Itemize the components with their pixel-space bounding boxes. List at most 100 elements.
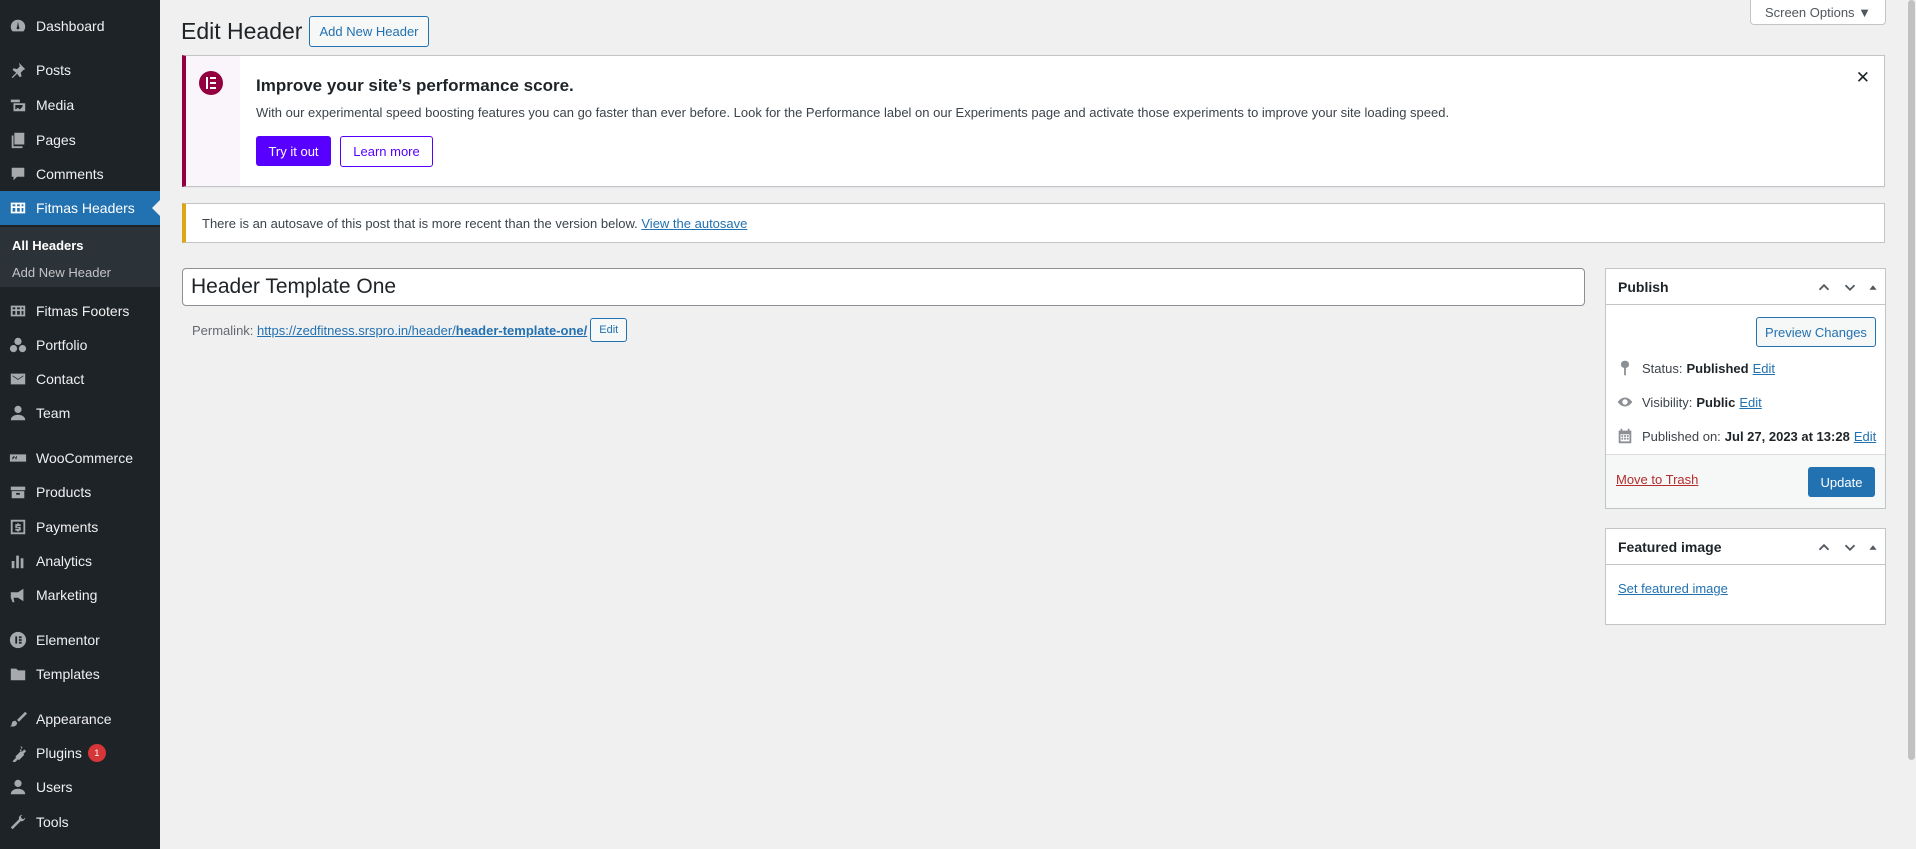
preview-changes-button[interactable]: Preview Changes	[1756, 317, 1876, 347]
screen-options-button[interactable]: Screen Options ▼	[1750, 0, 1886, 25]
sidebar-item-label: Contact	[36, 371, 85, 387]
sidebar-item-contact[interactable]: Contact	[0, 362, 160, 396]
sidebar-item-comments[interactable]: Comments	[0, 157, 160, 191]
sidebar-item-label: Users	[36, 779, 73, 795]
performance-notice: Improve your site’s performance score. W…	[182, 55, 1885, 187]
wrench-icon	[8, 812, 28, 832]
permalink-link[interactable]: https://zedfitness.srspro.in/header/head…	[257, 323, 587, 338]
edit-status-link[interactable]: Edit	[1753, 361, 1775, 376]
payments-icon	[8, 517, 28, 537]
sidebar-item-elementor[interactable]: Elementor	[0, 623, 160, 657]
add-new-header-button[interactable]: Add New Header	[309, 16, 429, 47]
sidebar-item-team[interactable]: Team	[0, 396, 160, 430]
collapse-toggle-icon[interactable]	[1867, 278, 1879, 296]
move-up-icon[interactable]	[1815, 538, 1833, 556]
page-title: Edit Header	[181, 18, 303, 44]
dashboard-icon	[8, 16, 28, 36]
edit-visibility-link[interactable]: Edit	[1739, 395, 1761, 410]
sidebar-item-label: Portfolio	[36, 337, 88, 353]
learn-more-button[interactable]: Learn more	[340, 136, 433, 167]
publish-box-title: Publish	[1618, 278, 1669, 295]
permalink-row: Permalink: https://zedfitness.srspro.in/…	[192, 318, 628, 342]
sidebar-item-dashboard[interactable]: Dashboard	[0, 9, 160, 43]
sidebar-item-label: Products	[36, 484, 92, 500]
set-featured-image-link[interactable]: Set featured image	[1618, 581, 1728, 596]
sidebar-item-plugins[interactable]: Plugins 1	[0, 736, 160, 770]
notice-text: With our experimental speed boosting fea…	[256, 105, 1450, 120]
try-it-out-button[interactable]: Try it out	[256, 136, 331, 166]
admin-sidebar: Dashboard Posts Media Pages Comments Fit…	[0, 0, 160, 849]
update-button[interactable]: Update	[1808, 467, 1875, 497]
sidebar-item-label: Payments	[36, 519, 99, 535]
sidebar-item-posts[interactable]: Posts	[0, 53, 160, 87]
collapse-toggle-icon[interactable]	[1867, 538, 1879, 556]
sidebar-item-label: Dashboard	[36, 18, 105, 34]
media-icon	[8, 95, 28, 115]
submenu-all-headers[interactable]: All Headers	[12, 238, 84, 253]
sidebar-item-label: Tools	[36, 814, 69, 830]
pin-icon	[8, 60, 28, 80]
visibility-value: Public	[1696, 394, 1736, 410]
plugin-icon	[8, 743, 28, 763]
view-autosave-link[interactable]: View the autosave	[641, 216, 747, 231]
move-down-icon[interactable]	[1841, 538, 1859, 556]
user-icon	[8, 403, 28, 423]
sidebar-item-templates[interactable]: Templates	[0, 657, 160, 691]
notice-icon-column	[186, 56, 240, 186]
folder-icon	[8, 664, 28, 684]
sidebar-item-payments[interactable]: Payments	[0, 510, 160, 544]
sidebar-item-fitmas-footers[interactable]: Fitmas Footers	[0, 294, 160, 328]
page-scrollbar[interactable]	[1907, 0, 1916, 849]
featured-image-box: Featured image Set featured image	[1605, 528, 1886, 625]
sidebar-item-fitmas-headers[interactable]: Fitmas Headers	[0, 191, 160, 225]
sidebar-item-label: Media	[36, 97, 75, 113]
sidebar-item-pages[interactable]: Pages	[0, 123, 160, 157]
sidebar-item-analytics[interactable]: Analytics	[0, 544, 160, 578]
products-icon	[8, 482, 28, 502]
close-icon[interactable]: ✕	[1856, 68, 1870, 88]
move-to-trash-link[interactable]: Move to Trash	[1616, 472, 1698, 487]
portfolio-icon	[8, 335, 28, 355]
sidebar-item-label: Fitmas Headers	[36, 200, 135, 216]
grid-icon	[8, 198, 28, 218]
status-label: Status:	[1642, 360, 1683, 376]
sidebar-item-marketing[interactable]: Marketing	[0, 578, 160, 612]
woo-icon	[8, 448, 28, 468]
sidebar-item-portfolio[interactable]: Portfolio	[0, 328, 160, 362]
pages-icon	[8, 130, 28, 150]
sidebar-item-tools[interactable]: Tools	[0, 805, 160, 839]
comments-icon	[8, 164, 28, 184]
calendar-icon	[1618, 428, 1632, 444]
submenu-fitmas-headers: All Headers Add New Header	[0, 227, 160, 287]
sidebar-item-products[interactable]: Products	[0, 475, 160, 509]
move-down-icon[interactable]	[1841, 278, 1859, 296]
eye-icon	[1617, 397, 1633, 407]
pin-icon	[1620, 360, 1630, 376]
permalink-base: https://zedfitness.srspro.in/header/	[257, 322, 456, 338]
visibility-label: Visibility:	[1642, 394, 1693, 410]
autosave-notice: There is an autosave of this post that i…	[182, 203, 1885, 243]
sidebar-item-label: WooCommerce	[36, 450, 133, 466]
sidebar-item-appearance[interactable]: Appearance	[0, 702, 160, 736]
sidebar-item-woocommerce[interactable]: WooCommerce	[0, 441, 160, 475]
edit-date-link[interactable]: Edit	[1854, 429, 1876, 444]
brush-icon	[8, 709, 28, 729]
sidebar-item-label: Templates	[36, 666, 100, 682]
sidebar-item-label: Appearance	[36, 711, 112, 727]
sidebar-item-label: Fitmas Footers	[36, 303, 130, 319]
sidebar-item-users[interactable]: Users	[0, 770, 160, 804]
sidebar-item-label: Marketing	[36, 587, 98, 603]
post-title-input[interactable]: Header Template One	[182, 268, 1585, 306]
permalink-label: Permalink:	[192, 322, 254, 338]
submenu-add-new-header[interactable]: Add New Header	[12, 265, 111, 280]
scrollbar-thumb[interactable]	[1908, 0, 1915, 760]
publish-actions: Move to Trash Update	[1606, 454, 1885, 508]
status-value: Published	[1686, 360, 1749, 376]
move-up-icon[interactable]	[1815, 278, 1833, 296]
published-on-row: Published on: Jul 27, 2023 at 13:28 Edit	[1616, 427, 1876, 445]
edit-permalink-button[interactable]: Edit	[590, 318, 628, 342]
elementor-logo-icon	[199, 71, 223, 95]
megaphone-icon	[8, 585, 28, 605]
sidebar-item-media[interactable]: Media	[0, 88, 160, 122]
visibility-row: Visibility: Public Edit	[1616, 393, 1762, 411]
